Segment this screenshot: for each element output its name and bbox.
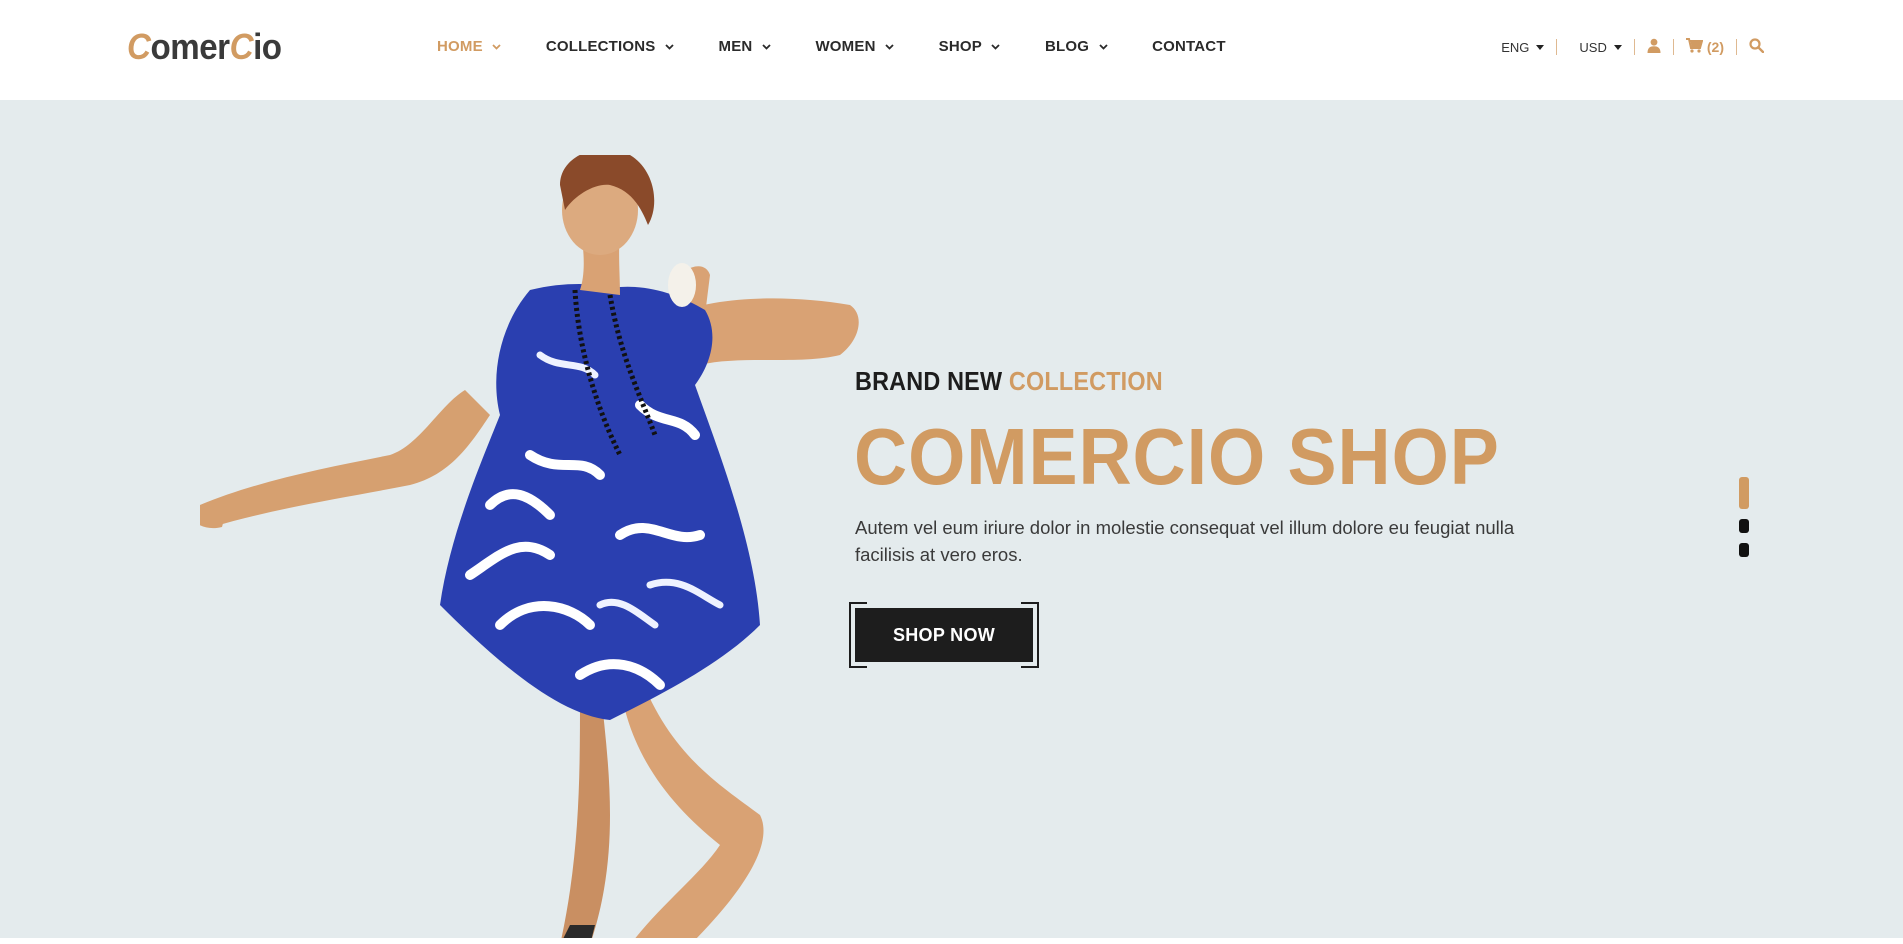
chevron-down-icon [761,42,771,52]
divider [1633,39,1635,55]
nav-item-label: WOMEN [815,38,876,55]
shop-now-wrapper: SHOP NOW [849,602,1039,668]
chevron-down-icon [665,42,675,52]
language-value: ENG [1501,39,1530,55]
chevron-down-icon [885,42,895,52]
slider-pagination [1739,477,1749,567]
account-button[interactable] [1647,38,1661,56]
caret-down-icon [1536,44,1545,50]
hero-subtitle-main: BRAND NEW [855,366,1003,396]
chevron-down-icon [1098,42,1108,52]
nav-item-label: COLLECTIONS [545,38,656,55]
divider [1672,39,1674,55]
nav-item-label: BLOG [1044,38,1090,55]
caret-down-icon [1613,44,1622,50]
hero-headline: COMERCIO SHOP [854,412,1500,501]
chevron-down-icon [492,42,502,52]
nav-item-label: HOME [437,38,483,55]
hero-model-image [200,155,859,938]
logo-letter-c2: C [229,26,254,67]
nav-item-collections[interactable]: COLLECTIONS [546,38,675,55]
hero-subtitle: BRAND NEW COLLECTION [855,366,1163,397]
logo-text-part2: io [253,26,282,67]
nav-item-shop[interactable]: SHOP [939,38,1001,55]
language-selector[interactable]: ENG [1501,39,1545,55]
site-logo[interactable]: ComerCio [127,26,282,68]
divider [1556,39,1558,55]
slide-dot-2[interactable] [1739,519,1749,533]
hero-subtitle-accent: COLLECTION [1008,366,1163,396]
nav-item-men[interactable]: MEN [719,38,772,55]
main-nav: HOME COLLECTIONS MEN WOMEN SHOP BLOG CON… [437,38,1270,55]
currency-selector[interactable]: USD [1579,39,1622,55]
nav-item-blog[interactable]: BLOG [1045,38,1108,55]
search-button[interactable] [1749,38,1765,56]
nav-item-home[interactable]: HOME [437,38,502,55]
site-header: ComerCio HOME COLLECTIONS MEN WOMEN SHOP… [0,0,1903,100]
nav-item-women[interactable]: WOMEN [815,38,894,55]
nav-item-label: MEN [718,38,753,55]
cart-button[interactable]: (2) [1685,38,1724,56]
slide-dot-1[interactable] [1739,477,1749,509]
nav-item-contact[interactable]: CONTACT [1152,38,1226,55]
cart-icon [1685,38,1704,56]
search-icon [1749,38,1765,56]
header-utilities: ENG USD (2) [1501,38,1765,56]
logo-text-part1: omer [150,26,230,67]
logo-letter-c: C [127,26,151,67]
nav-item-label: CONTACT [1152,38,1226,55]
chevron-down-icon [991,42,1001,52]
hero-description: Autem vel eum iriure dolor in molestie c… [855,517,1515,565]
slide-dot-3[interactable] [1739,543,1749,557]
divider [1736,39,1737,55]
user-icon [1647,38,1661,56]
shop-now-button[interactable]: SHOP NOW [855,608,1033,662]
hero-slider: BRAND NEW COLLECTION COMERCIO SHOP Autem… [0,100,1903,938]
currency-value: USD [1579,39,1607,55]
nav-item-label: SHOP [938,38,982,55]
cart-count: (2) [1706,39,1724,55]
